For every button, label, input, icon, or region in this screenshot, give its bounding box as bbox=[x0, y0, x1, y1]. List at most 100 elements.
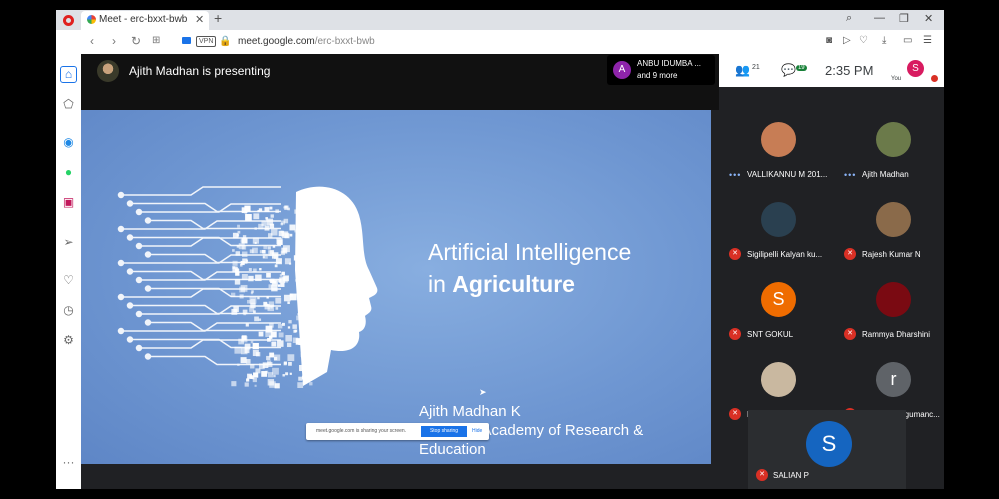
participant-avatar: r bbox=[876, 362, 911, 397]
more-icon[interactable]: ··· bbox=[60, 454, 77, 471]
face-silhouette bbox=[295, 186, 378, 386]
presenter-avatar bbox=[97, 60, 119, 82]
messenger-icon[interactable]: ◉ bbox=[60, 134, 77, 151]
presenter-bar: Ajith Madhan is presenting A ANBU IDUMBA… bbox=[81, 54, 719, 110]
participant-avatar bbox=[761, 362, 796, 397]
tab-title: Meet - erc-bxxt-bwb bbox=[99, 14, 188, 25]
active-speakers-pill[interactable]: A ANBU IDUMBA ... and 9 more bbox=[607, 55, 715, 85]
download-icon[interactable]: ⤓ bbox=[882, 35, 886, 46]
opera-logo-icon bbox=[63, 14, 74, 26]
mic-off-icon: ✕ bbox=[844, 328, 856, 340]
battery-icon[interactable]: ▭ bbox=[903, 35, 912, 46]
meet-favicon-icon bbox=[87, 15, 96, 24]
flow-icon[interactable]: ➢ bbox=[60, 234, 77, 251]
snapshot-icon[interactable]: ◙ bbox=[826, 35, 832, 46]
chat-icon[interactable]: 💬 19 bbox=[781, 63, 807, 77]
participant-tile[interactable]: ✕ Sigilipelli Kalyan ku... bbox=[721, 192, 837, 272]
history-icon[interactable]: ◷ bbox=[60, 302, 77, 319]
participant-name: Rajesh Kumar N bbox=[862, 250, 921, 259]
slide-title-prefix: in bbox=[428, 271, 453, 297]
stop-sharing-button[interactable]: Stop sharing bbox=[421, 426, 467, 437]
url-host: meet.google.com bbox=[238, 36, 315, 47]
reload-icon[interactable]: ↻ bbox=[131, 34, 141, 48]
window-close-icon[interactable]: ✕ bbox=[924, 12, 933, 25]
heart-icon[interactable]: ♡ bbox=[859, 35, 868, 46]
self-view-name: SALIAN P bbox=[773, 471, 810, 480]
tab-strip: Meet - erc-bxxt-bwb ✕ + ⌕ — ❐ ✕ bbox=[56, 10, 944, 30]
people-icon[interactable]: 👥 21 bbox=[735, 63, 762, 77]
tab-close-icon[interactable]: ✕ bbox=[195, 13, 204, 26]
hide-button[interactable]: Hide bbox=[472, 428, 482, 434]
whatsapp-icon[interactable]: ● bbox=[60, 164, 77, 181]
restore-icon[interactable]: ❐ bbox=[899, 12, 909, 25]
url-field[interactable]: meet.google.com/erc-bxxt-bwb bbox=[238, 36, 375, 47]
meeting-clock: 2:35 PM bbox=[825, 63, 874, 78]
screen-share-bar: meet.google.com is sharing your screen. … bbox=[306, 423, 489, 440]
forward-icon[interactable]: › bbox=[112, 34, 116, 48]
opera-sidebar: ⌂ ⬠ ◉ ● ▣ ➢ ♡ ◷ ⚙ ··· bbox=[56, 54, 82, 489]
speaking-indicator-icon: ••• bbox=[729, 170, 742, 180]
participant-avatar bbox=[876, 282, 911, 317]
participant-tile[interactable]: ✕ Rammya Dharshini bbox=[836, 272, 944, 352]
personal-news-icon[interactable]: ♡ bbox=[60, 272, 77, 289]
participant-avatar bbox=[761, 202, 796, 237]
meet-content: Ajith Madhan is presenting A ANBU IDUMBA… bbox=[81, 54, 944, 489]
participant-name: Rammya Dharshini bbox=[862, 330, 931, 339]
author-affiliation-2: Education bbox=[419, 441, 486, 458]
mic-off-icon: ✕ bbox=[756, 469, 768, 481]
mic-off-icon: ✕ bbox=[729, 248, 741, 260]
presenter-text: Ajith Madhan is presenting bbox=[129, 64, 271, 78]
slide-title: Artificial Intelligence in Agriculture bbox=[428, 236, 631, 300]
people-count: 21 bbox=[751, 64, 760, 71]
tab-meet[interactable]: Meet - erc-bxxt-bwb ✕ bbox=[81, 11, 209, 30]
easy-setup-icon[interactable]: ☰ bbox=[923, 35, 932, 46]
participant-tile[interactable]: ••• VALLIKANNU M 201... bbox=[721, 112, 837, 192]
self-mute-icon bbox=[931, 75, 938, 82]
browser-window: Meet - erc-bxxt-bwb ✕ + ⌕ — ❐ ✕ ‹ › ↻ ⊞ … bbox=[56, 10, 944, 489]
opera-menu-button[interactable] bbox=[56, 10, 81, 30]
camera-active-icon[interactable] bbox=[182, 37, 191, 44]
you-label: You bbox=[891, 76, 902, 82]
participant-avatar bbox=[876, 202, 911, 237]
participant-tile[interactable]: S ✕ SNT GOKUL bbox=[721, 272, 837, 352]
mic-off-icon: ✕ bbox=[844, 248, 856, 260]
speaking-indicator-icon: ••• bbox=[844, 170, 857, 180]
instagram-icon[interactable]: ▣ bbox=[60, 194, 77, 211]
mic-off-icon: ✕ bbox=[729, 328, 741, 340]
lock-icon[interactable]: 🔒 bbox=[219, 36, 231, 47]
new-tab-button[interactable]: + bbox=[214, 10, 222, 26]
slide-title-bold: Agriculture bbox=[452, 271, 575, 297]
bookmarks-icon[interactable]: ⬠ bbox=[60, 96, 77, 113]
send-icon[interactable]: ▷ bbox=[843, 35, 851, 46]
self-avatar[interactable]: S bbox=[907, 60, 924, 77]
participant-avatar bbox=[876, 122, 911, 157]
participant-name: Ajith Madhan bbox=[862, 170, 909, 179]
participant-name: VALLIKANNU M 201... bbox=[747, 170, 828, 179]
participant-avatar: S bbox=[761, 282, 796, 317]
self-view-tile[interactable]: S ✕ SALIAN P bbox=[748, 410, 906, 489]
settings-gear-icon[interactable]: ⚙ bbox=[60, 332, 77, 349]
vpn-badge[interactable]: VPN bbox=[196, 36, 217, 47]
tabs-grid-icon[interactable]: ⊞ bbox=[152, 35, 160, 46]
mic-off-icon: ✕ bbox=[729, 408, 741, 420]
participant-avatar bbox=[761, 122, 796, 157]
presented-slide: Artificial Intelligence in Agriculture A… bbox=[81, 110, 711, 464]
address-bar: ‹ › ↻ ⊞ VPN 🔒 meet.google.com/erc-bxxt-b… bbox=[56, 30, 944, 55]
chat-count-badge: 19 bbox=[795, 65, 807, 71]
slide-title-line1: Artificial Intelligence bbox=[428, 239, 632, 265]
search-tabs-icon[interactable]: ⌕ bbox=[846, 12, 852, 25]
participant-name: Sigilipelli Kalyan ku... bbox=[747, 250, 823, 259]
self-view-avatar: S bbox=[806, 421, 852, 467]
speaker-more: and 9 more bbox=[637, 71, 678, 80]
share-status-text: meet.google.com is sharing your screen. bbox=[316, 428, 407, 434]
meeting-topbar: 👥 21 💬 19 2:35 PM S You bbox=[719, 54, 944, 87]
url-path: /erc-bxxt-bwb bbox=[314, 36, 375, 47]
back-icon[interactable]: ‹ bbox=[90, 34, 94, 48]
participant-tile[interactable]: ✕ Rajesh Kumar N bbox=[836, 192, 944, 272]
speaker-avatar: A bbox=[613, 61, 631, 79]
minimize-icon[interactable]: — bbox=[874, 12, 885, 24]
mouse-cursor-icon: ➤ bbox=[479, 387, 487, 397]
speaker-name: ANBU IDUMBA ... bbox=[637, 59, 702, 68]
participant-tile[interactable]: ••• Ajith Madhan bbox=[836, 112, 944, 192]
speed-dial-icon[interactable]: ⌂ bbox=[60, 66, 77, 83]
